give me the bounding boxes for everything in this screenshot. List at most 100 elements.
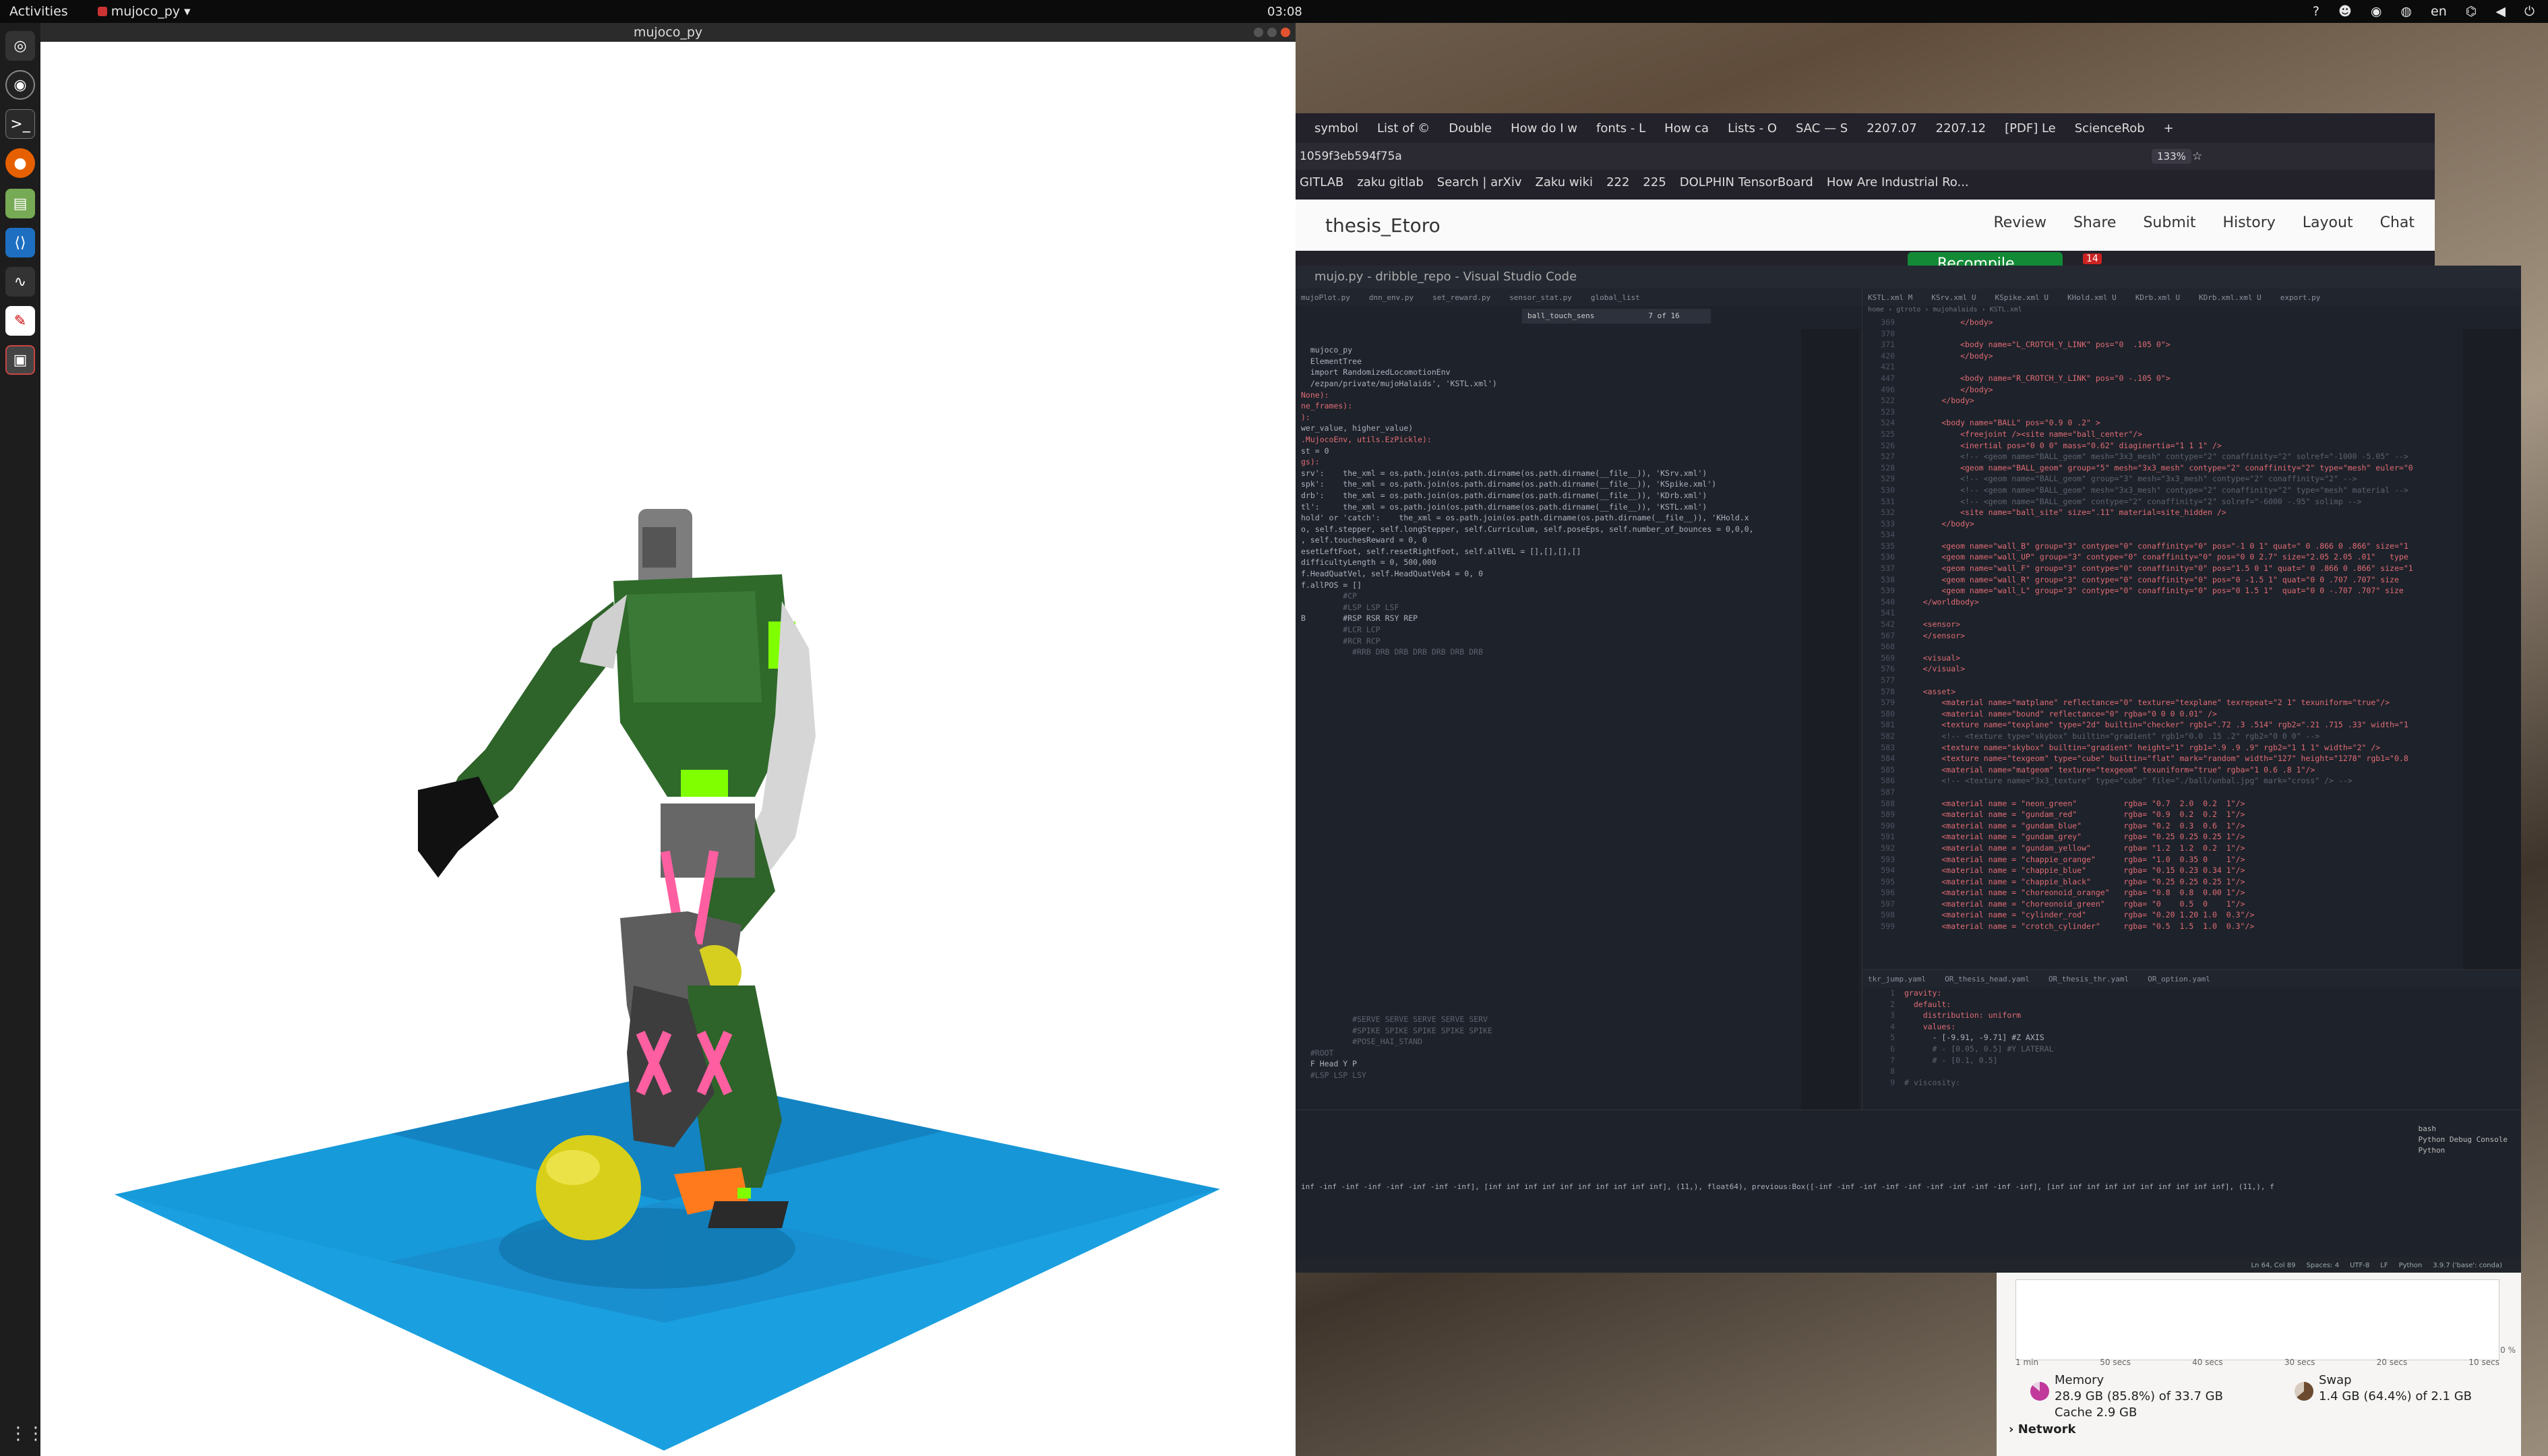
obs-icon[interactable]: ◎: [5, 31, 35, 61]
code-line[interactable]: 535 <geom name="wall_B" group="3" contyp…: [1868, 541, 2521, 552]
code-line[interactable]: #SERVE SERVE SERVE SERVE SERV: [1301, 1014, 1492, 1025]
editor-tab[interactable]: set_reward.py: [1432, 293, 1490, 302]
terminal-item[interactable]: Python: [2419, 1145, 2508, 1156]
yaml-pane[interactable]: tkr_jump.yaml OR_thesis_head.yaml OR_the…: [1862, 969, 2521, 1110]
code-line[interactable]: 447 <body name="R_CROTCH_Y_LINK" pos="0 …: [1868, 373, 2521, 384]
code-line[interactable]: 528 <geom name="BALL_geom" group="5" mes…: [1868, 462, 2521, 474]
code-line[interactable]: 587: [1868, 787, 2521, 798]
code-line[interactable]: 576 </visual>: [1868, 663, 2521, 675]
code-line[interactable]: 525 <freejoint /><site name="ball_center…: [1868, 429, 2521, 440]
firefox-icon[interactable]: ●: [5, 148, 35, 178]
code-line[interactable]: 580 <material name="bound" reflectance="…: [1868, 708, 2521, 720]
code-line[interactable]: f.allPOS = []: [1301, 580, 1862, 591]
sketch-app-icon[interactable]: ✎: [5, 306, 35, 336]
code-line[interactable]: 9 # viscosity:: [1868, 1077, 2521, 1089]
code-line[interactable]: #LCR LCP: [1301, 624, 1862, 636]
code-line[interactable]: ElementTree: [1301, 356, 1862, 367]
status-indent[interactable]: Spaces: 4: [2307, 1262, 2340, 1269]
activities-button[interactable]: Activities: [9, 4, 68, 19]
code-line[interactable]: 588 <material name = "neon_green" rgba= …: [1868, 798, 2521, 810]
code-line[interactable]: 542 <sensor>: [1868, 619, 2521, 630]
simulation-viewport[interactable]: [40, 42, 1296, 1456]
browser-tab[interactable]: 2207.12: [1927, 121, 1995, 135]
code-line[interactable]: 1 gravity:: [1868, 988, 2521, 999]
code-line[interactable]: 538 <geom name="wall_R" group="3" contyp…: [1868, 574, 2521, 586]
code-line[interactable]: 536 <geom name="wall_UP" group="3" conty…: [1868, 551, 2521, 563]
code-line[interactable]: 583 <texture name="skybox" builtin="grad…: [1868, 742, 2521, 754]
code-line[interactable]: 586 <!-- <texture name="3x3_texture" typ…: [1868, 775, 2521, 787]
steam-icon[interactable]: ◉: [2371, 4, 2382, 19]
code-line[interactable]: 529 <!-- <geom name="BALL_geom" group="3…: [1868, 473, 2521, 485]
code-line[interactable]: spk': the_xml = os.path.join(os.path.dir…: [1301, 479, 1862, 490]
code-line[interactable]: 420 </body>: [1868, 351, 2521, 362]
code-line[interactable]: F Head Y P: [1301, 1058, 1492, 1070]
editor-tab[interactable]: KDrb.xml.xml U: [2199, 293, 2262, 302]
code-line[interactable]: 2 default:: [1868, 999, 2521, 1010]
code-line[interactable]: #SPIKE SPIKE SPIKE SPIKE SPIKE: [1301, 1025, 1492, 1037]
browser-tab[interactable]: symbol: [1305, 121, 1368, 135]
code-line[interactable]: 496 </body>: [1868, 384, 2521, 396]
vscode-icon[interactable]: ⟨⟩: [5, 228, 35, 257]
cat-icon[interactable]: ☻: [2338, 4, 2352, 19]
browser-tab[interactable]: Lists - O: [1718, 121, 1786, 135]
bookmark-item[interactable]: Search | arXiv: [1437, 175, 1522, 189]
code-line[interactable]: 8: [1868, 1066, 2521, 1077]
editor-tab[interactable]: OR_option.yaml: [2148, 975, 2210, 983]
browser-tab[interactable]: List of ©: [1368, 121, 1439, 135]
terminal-icon[interactable]: >_: [5, 109, 35, 139]
terminal-item[interactable]: Python Debug Console: [2419, 1134, 2508, 1145]
code-line[interactable]: drb': the_xml = os.path.join(os.path.dir…: [1301, 490, 1862, 502]
code-line[interactable]: #RCR RCP: [1301, 636, 1862, 647]
code-line[interactable]: difficultyLength = 0, 500,000: [1301, 557, 1862, 568]
code-line[interactable]: 594 <material name = "chappie_blue" rgba…: [1868, 865, 2521, 876]
bookmark-item[interactable]: 222: [1606, 175, 1629, 189]
code-line[interactable]: 596 <material name = "choreonoid_orange"…: [1868, 887, 2521, 899]
bookmark-item[interactable]: Zaku wiki: [1536, 175, 1594, 189]
browser-tab[interactable]: How do I w: [1501, 121, 1587, 135]
code-line[interactable]: 5 - [-9.91, -9.71] #Z AXIS: [1868, 1032, 2521, 1043]
mujoco-window[interactable]: mujoco_py: [40, 23, 1296, 1456]
code-line[interactable]: 531 <!-- <geom name="BALL_geom" contype=…: [1868, 496, 2521, 508]
browser-tab[interactable]: [PDF] Le: [1995, 121, 2065, 135]
code-line[interactable]: 568: [1868, 641, 2521, 653]
browser-tab[interactable]: fonts - L: [1587, 121, 1655, 135]
breadcrumb[interactable]: home › gtroto › mujohalaids › KSTL.xml: [1862, 306, 2521, 317]
editor-tab[interactable]: tkr_jump.yaml: [1868, 975, 1926, 983]
editor-tab[interactable]: KDrb.xml U: [2135, 293, 2180, 302]
code-line[interactable]: 4 values:: [1868, 1021, 2521, 1033]
yaml-code[interactable]: 1 gravity: 2 default: 3 distribution: unifo…: [1862, 988, 2521, 1088]
code-line[interactable]: 589 <material name = "gundam_red" rgba= …: [1868, 809, 2521, 820]
system-monitor-icon[interactable]: ∿: [5, 267, 35, 297]
browser-tab[interactable]: 2207.07: [1857, 121, 1926, 135]
vscode-titlebar[interactable]: mujo.py - dribble_repo - Visual Studio C…: [1296, 266, 2521, 289]
code-line[interactable]: #POSE_HAI_STAND: [1301, 1036, 1492, 1048]
system-monitor-window[interactable]: 0 % 1 min 50 secs 40 secs 30 secs 20 sec…: [1997, 1273, 2521, 1456]
code-line[interactable]: None):: [1301, 390, 1862, 401]
bookmark-item[interactable]: GITLAB: [1300, 175, 1343, 189]
files-icon[interactable]: ▤: [5, 189, 35, 218]
project-title[interactable]: thesis_Etoro: [1325, 214, 1440, 237]
code-line[interactable]: 585 <material name="matgeom" texture="te…: [1868, 764, 2521, 776]
review-button[interactable]: Review: [1993, 214, 2046, 231]
code-line[interactable]: 533 </body>: [1868, 518, 2521, 530]
editor-tab[interactable]: mujoPlot.py: [1301, 293, 1350, 302]
code-line[interactable]: 593 <material name = "chappie_orange" rg…: [1868, 854, 2521, 866]
status-eol[interactable]: LF: [2380, 1262, 2388, 1269]
url-bar[interactable]: 1059f3eb594f75a 133% ☆: [1296, 143, 2435, 170]
status-cursor[interactable]: Ln 64, Col 89: [2251, 1262, 2296, 1269]
code-line[interactable]: f.HeadQuatVel, self.HeadQuatVeb4 = 0, 0: [1301, 568, 1862, 580]
code-line[interactable]: #LSP LSP LSF: [1301, 602, 1862, 613]
code-line[interactable]: #ROOT: [1301, 1048, 1492, 1059]
code-line[interactable]: 595 <material name = "chappie_black" rgb…: [1868, 876, 2521, 888]
language-indicator[interactable]: en: [2431, 4, 2447, 19]
code-line[interactable]: 581 <texture name="texplane" type="2d" b…: [1868, 719, 2521, 731]
code-line[interactable]: 369 </body>: [1868, 317, 2521, 328]
browser-tab[interactable]: How ca: [1655, 121, 1718, 135]
browser-tab[interactable]: Double: [1439, 121, 1501, 135]
code-line[interactable]: 598 <material name = "cylinder_rod" rgba…: [1868, 909, 2521, 921]
find-input[interactable]: ball_touch_sens: [1527, 309, 1594, 324]
code-line[interactable]: hold' or 'catch': the_xml = os.path.join…: [1301, 512, 1862, 524]
code-line[interactable]: tl': the_xml = os.path.join(os.path.dirn…: [1301, 502, 1862, 513]
terminal-item[interactable]: bash: [2419, 1124, 2508, 1134]
code-line[interactable]: 591 <material name = "gundam_grey" rgba=…: [1868, 831, 2521, 843]
